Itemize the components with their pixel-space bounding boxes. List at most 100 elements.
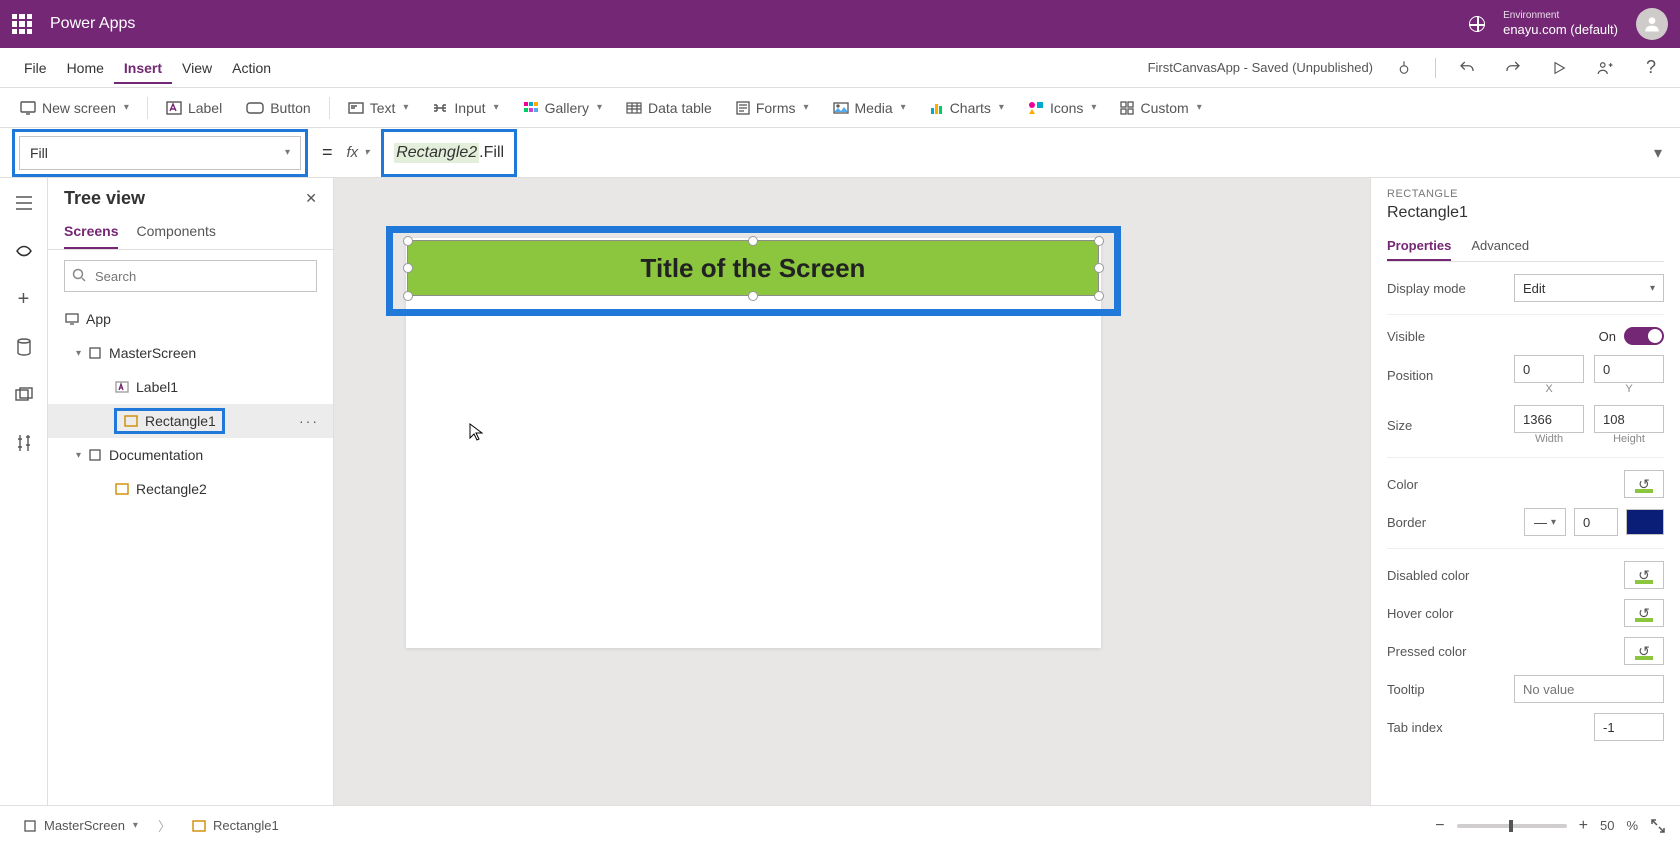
resize-handle[interactable] <box>748 291 758 301</box>
rectangle1-control[interactable]: Title of the Screen <box>407 240 1099 296</box>
redo-icon[interactable] <box>1498 53 1528 83</box>
hover-color-picker[interactable]: ↺ <box>1624 599 1664 627</box>
property-selector[interactable]: Fill ▾ <box>19 136 301 170</box>
tree-masterscreen[interactable]: ▾ MasterScreen <box>48 336 333 370</box>
resize-handle[interactable] <box>403 236 413 246</box>
hamburger-icon[interactable] <box>9 188 39 218</box>
props-tab-properties[interactable]: Properties <box>1387 232 1451 261</box>
disabled-color-picker[interactable]: ↺ <box>1624 561 1664 589</box>
app-launcher-icon[interactable] <box>12 14 32 34</box>
zoom-in[interactable]: + <box>1579 817 1588 835</box>
tree-documentation[interactable]: ▾ Documentation <box>48 438 333 472</box>
menu-view[interactable]: View <box>172 52 222 84</box>
position-x-input[interactable]: 0 <box>1514 355 1584 383</box>
help-icon[interactable]: ? <box>1636 53 1666 83</box>
chevron-down-icon[interactable]: ▾ <box>76 450 81 461</box>
ribbon-input[interactable]: Input▾ <box>424 96 506 120</box>
menu-file[interactable]: File <box>14 52 57 84</box>
tree-app[interactable]: App <box>48 302 333 336</box>
breadcrumb-item[interactable]: Rectangle1 <box>183 814 287 838</box>
fullscreen-icon[interactable] <box>1650 818 1666 834</box>
play-icon[interactable] <box>1544 53 1574 83</box>
add-icon[interactable]: + <box>9 284 39 314</box>
pressed-color-picker[interactable]: ↺ <box>1624 637 1664 665</box>
tools-icon[interactable] <box>9 428 39 458</box>
ribbon-datatable[interactable]: Data table <box>618 96 720 120</box>
resize-handle[interactable] <box>403 263 413 273</box>
forms-icon <box>736 101 750 115</box>
menu-action[interactable]: Action <box>222 52 281 84</box>
tree-rectangle2[interactable]: Rectangle2 <box>48 472 333 506</box>
resize-handle[interactable] <box>1094 291 1104 301</box>
breadcrumb-screen[interactable]: MasterScreen ▾ <box>14 814 146 838</box>
position-y-input[interactable]: 0 <box>1594 355 1664 383</box>
border-width-input[interactable]: 0 <box>1574 508 1618 536</box>
props-category: RECTANGLE <box>1387 188 1664 200</box>
app-checker-icon[interactable] <box>1389 53 1419 83</box>
height-input[interactable]: 108 <box>1594 405 1664 433</box>
chevron-down-icon: ▾ <box>364 147 369 158</box>
ribbon-media[interactable]: Media▾ <box>825 96 914 120</box>
tree-view-icon[interactable] <box>9 236 39 266</box>
table-icon <box>626 102 642 114</box>
menu-home[interactable]: Home <box>57 52 114 84</box>
ribbon-custom[interactable]: Custom▾ <box>1112 96 1209 120</box>
props-tab-advanced[interactable]: Advanced <box>1471 232 1529 261</box>
search-input[interactable] <box>64 260 317 292</box>
formula-expand-icon[interactable]: ▾ <box>1648 143 1668 163</box>
ribbon-forms[interactable]: Forms▾ <box>728 96 817 120</box>
formula-suffix[interactable]: .Fill <box>479 144 504 162</box>
zoom-out[interactable]: − <box>1435 817 1444 835</box>
media-rail-icon[interactable] <box>9 380 39 410</box>
ribbon-label: Icons <box>1050 100 1083 116</box>
border-color-swatch[interactable] <box>1626 509 1664 535</box>
tree-rectangle1[interactable]: Rectangle1 ··· <box>48 404 333 438</box>
tab-screens[interactable]: Screens <box>64 215 118 249</box>
close-icon[interactable]: ✕ <box>305 190 317 207</box>
top-banner: Power Apps Environment enayu.com (defaul… <box>0 0 1680 48</box>
formula-reference[interactable]: Rectangle2 <box>394 143 479 163</box>
canvas-wrap: Title of the Screen <box>334 178 1370 805</box>
tree-label1[interactable]: Label1 <box>48 370 333 404</box>
undo-icon[interactable] <box>1452 53 1482 83</box>
menu-insert[interactable]: Insert <box>114 52 172 84</box>
visible-toggle[interactable] <box>1624 327 1664 345</box>
ribbon-label-btn[interactable]: Label <box>158 96 230 120</box>
ribbon-gallery[interactable]: Gallery▾ <box>515 96 610 120</box>
tabindex-input[interactable]: -1 <box>1594 713 1664 741</box>
chevron-down-icon: ▾ <box>1650 283 1655 294</box>
fx-label[interactable]: fx ▾ <box>347 144 370 161</box>
resize-handle[interactable] <box>1094 263 1104 273</box>
display-mode-value: Edit <box>1523 281 1545 296</box>
avatar[interactable] <box>1636 8 1668 40</box>
border-style-select[interactable]: — ▾ <box>1524 508 1566 536</box>
tab-components[interactable]: Components <box>136 215 215 249</box>
zoom-slider[interactable] <box>1457 824 1567 828</box>
environment-icon <box>1469 16 1485 32</box>
more-icon[interactable]: ··· <box>299 413 319 429</box>
ribbon-icons[interactable]: Icons▾ <box>1020 96 1105 120</box>
tooltip-input[interactable] <box>1514 675 1664 703</box>
data-icon[interactable] <box>9 332 39 362</box>
resize-handle[interactable] <box>748 236 758 246</box>
zoom-thumb[interactable] <box>1509 820 1513 832</box>
ribbon-new-screen[interactable]: New screen▾ <box>12 96 137 120</box>
resize-handle[interactable] <box>403 291 413 301</box>
ribbon-label: Forms <box>756 100 796 116</box>
left-rail: + <box>0 178 48 805</box>
size-label: Size <box>1387 418 1412 433</box>
tree-list: App ▾ MasterScreen Label1 Rectangle1 ···… <box>48 302 333 805</box>
ribbon-button-btn[interactable]: Button <box>238 96 318 120</box>
environment-block[interactable]: Environment enayu.com (default) <box>1503 10 1618 38</box>
display-mode-select[interactable]: Edit ▾ <box>1514 274 1664 302</box>
ribbon-charts[interactable]: Charts▾ <box>922 96 1012 120</box>
property-selector-highlight: Fill ▾ <box>12 129 308 177</box>
resize-handle[interactable] <box>1094 236 1104 246</box>
share-icon[interactable] <box>1590 53 1620 83</box>
color-picker[interactable]: ↺ <box>1624 470 1664 498</box>
canvas[interactable]: Title of the Screen <box>334 178 1370 805</box>
width-input[interactable]: 1366 <box>1514 405 1584 433</box>
ribbon-text[interactable]: Text▾ <box>340 96 417 120</box>
chevron-down-icon[interactable]: ▾ <box>76 348 81 359</box>
app-title: Power Apps <box>50 15 135 33</box>
